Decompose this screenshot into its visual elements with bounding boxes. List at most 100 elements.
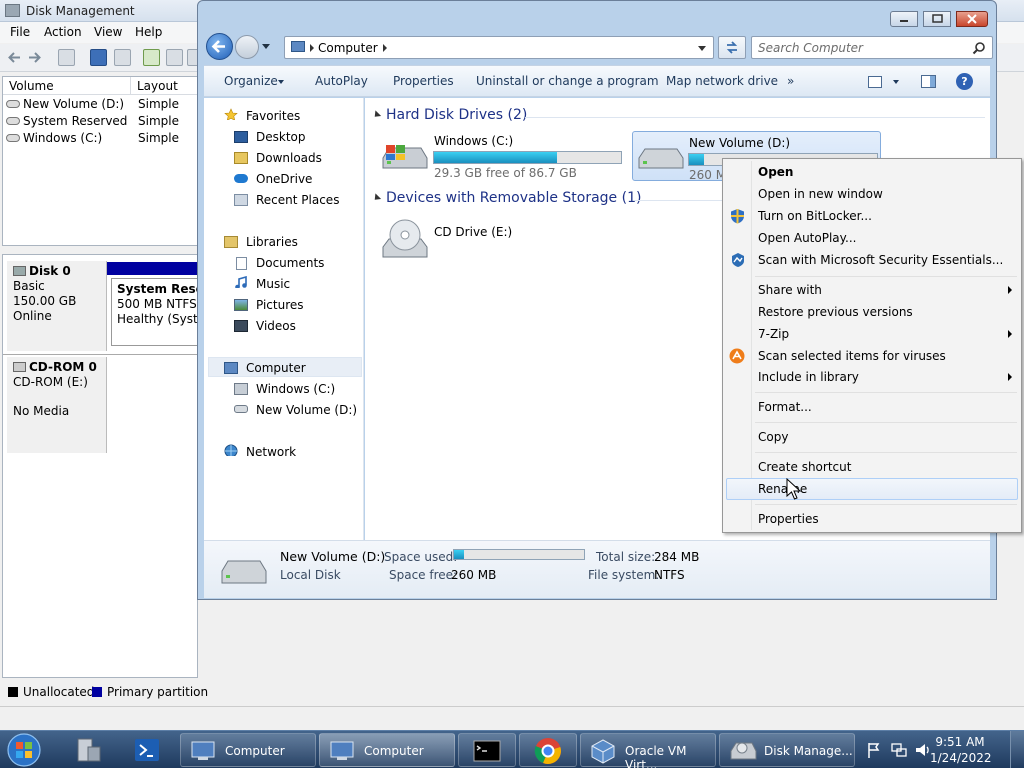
nav-music[interactable]: Music [256, 277, 290, 291]
properties-button[interactable]: Properties [393, 74, 454, 88]
view-dropdown-icon[interactable] [893, 80, 899, 84]
help-icon[interactable] [90, 49, 107, 66]
volume-row[interactable]: Windows (C:) Simple [3, 130, 199, 147]
nav-windows-c[interactable]: Windows (C:) [256, 382, 335, 396]
nav-videos[interactable]: Videos [256, 319, 296, 333]
help-icon[interactable]: ? [956, 73, 973, 90]
uninstall-program-button[interactable]: Uninstall or change a program [476, 74, 659, 88]
address-bar[interactable]: Computer [284, 36, 714, 59]
properties-icon[interactable] [114, 49, 131, 66]
nav-new-volume-d[interactable]: New Volume (D:) [256, 403, 357, 417]
music-icon [235, 276, 247, 288]
menu-item-include-library[interactable]: Include in library [726, 366, 1018, 388]
forward-arrow-icon[interactable] [26, 49, 43, 66]
taskbar-explorer-2[interactable]: Computer [319, 733, 455, 767]
taskbar-disk-management[interactable]: Disk Manage... [719, 733, 855, 767]
menu-item-create-shortcut[interactable]: Create shortcut [726, 456, 1018, 478]
breadcrumb-arrow-icon[interactable] [383, 44, 387, 52]
forward-button[interactable] [235, 35, 259, 59]
autoplay-button[interactable]: AutoPlay [315, 74, 368, 88]
network-status-icon[interactable] [890, 741, 908, 759]
volume-row[interactable]: System Reserved Simple [3, 113, 199, 130]
menu-item-copy[interactable]: Copy [726, 426, 1018, 448]
collapse-group-icon[interactable] [371, 193, 382, 203]
menu-item-open[interactable]: Open [726, 161, 1018, 183]
console-tree-icon[interactable] [58, 49, 75, 66]
menu-item-scan-viruses[interactable]: Scan selected items for viruses [726, 345, 1018, 367]
server-manager-pin[interactable] [70, 735, 104, 765]
action-center-flag-icon[interactable] [866, 741, 882, 759]
nav-recent-places[interactable]: Recent Places [256, 193, 339, 207]
details-drive-type: Local Disk [280, 568, 341, 582]
taskbar-explorer-1[interactable]: Computer [180, 733, 316, 767]
nav-onedrive[interactable]: OneDrive [256, 172, 312, 186]
menu-view[interactable]: View [94, 25, 122, 39]
nav-documents[interactable]: Documents [256, 256, 324, 270]
start-button[interactable] [4, 731, 44, 768]
column-layout[interactable]: Layout [131, 77, 199, 95]
back-arrow-icon[interactable] [6, 49, 23, 66]
recent-pages-icon[interactable] [262, 44, 270, 49]
menu-item-share-with[interactable]: Share with [726, 279, 1018, 301]
windows-logo-icon [7, 733, 41, 767]
search-icon[interactable] [972, 41, 986, 55]
menu-file[interactable]: File [10, 25, 30, 39]
menu-item-bitlocker[interactable]: Turn on BitLocker... [726, 205, 1018, 227]
preview-pane-icon[interactable] [921, 75, 936, 88]
menu-item-open-new-window[interactable]: Open in new window [726, 183, 1018, 205]
desktop-icon [234, 131, 248, 143]
collapse-group-icon[interactable] [371, 110, 382, 120]
taskbar-virtualbox[interactable]: Oracle VM Virt... [580, 733, 716, 768]
drive-d-free-space: 260 M [689, 168, 727, 181]
menu-item-properties[interactable]: Properties [726, 508, 1018, 530]
partition-size: 500 MB NTFS [117, 297, 197, 311]
nav-network[interactable]: Network [246, 445, 296, 459]
close-button[interactable] [956, 11, 988, 27]
cd-drive-tile[interactable]: CD Drive (E:) [377, 213, 537, 265]
address-text[interactable]: Computer [318, 41, 378, 55]
system-clock[interactable]: 9:51 AM 1/24/2022 [930, 734, 992, 766]
address-dropdown-icon[interactable] [698, 46, 706, 51]
maximize-button[interactable] [923, 11, 951, 27]
menu-separator [755, 452, 1017, 453]
minimize-button[interactable] [890, 11, 918, 27]
menu-action[interactable]: Action [44, 25, 82, 39]
more-commands-button[interactable]: » [787, 74, 794, 88]
nav-downloads[interactable]: Downloads [256, 151, 322, 165]
cdrom0-label[interactable]: CD-ROM 0 CD-ROM (E:) No Media [7, 357, 107, 453]
system-reserved-partition[interactable]: System Reserv 500 MB NTFS Healthy (Syste… [107, 262, 199, 350]
menu-item-autoplay[interactable]: Open AutoPlay... [726, 227, 1018, 249]
rescan-icon[interactable] [166, 49, 183, 66]
nav-libraries[interactable]: Libraries [246, 235, 298, 249]
menu-item-restore-versions[interactable]: Restore previous versions [726, 301, 1018, 323]
menu-item-7zip[interactable]: 7-Zip [726, 323, 1018, 345]
virtualbox-icon [591, 739, 615, 764]
group-removable-storage[interactable]: Devices with Removable Storage (1) [386, 190, 641, 206]
taskbar-cmd[interactable] [458, 733, 516, 767]
menu-item-format[interactable]: Format... [726, 396, 1018, 418]
back-button[interactable] [206, 33, 233, 60]
nav-desktop[interactable]: Desktop [256, 130, 306, 144]
column-volume[interactable]: Volume [3, 77, 131, 95]
menu-help[interactable]: Help [135, 25, 162, 39]
drive-tile-c[interactable]: Windows (C:) 29.3 GB free of 86.7 GB [377, 130, 622, 180]
menu-item-rename[interactable]: Rename [726, 478, 1018, 500]
volume-row[interactable]: New Volume (D:) Simple [3, 96, 199, 113]
nav-computer[interactable]: Computer [246, 361, 306, 375]
chrome-icon [534, 738, 561, 764]
organize-button[interactable]: Organize [224, 74, 278, 88]
group-hard-disk-drives[interactable]: Hard Disk Drives (2) [386, 107, 527, 123]
map-network-drive-button[interactable]: Map network drive [666, 74, 778, 88]
view-options-icon[interactable] [868, 76, 882, 88]
refresh-button[interactable] [718, 36, 746, 59]
nav-pictures[interactable]: Pictures [256, 298, 304, 312]
search-box[interactable]: Search Computer [751, 36, 993, 59]
taskbar-chrome[interactable] [519, 733, 577, 767]
search-input[interactable]: Search Computer [758, 41, 863, 55]
menu-item-scan-mse[interactable]: Scan with Microsoft Security Essentials.… [726, 249, 1018, 271]
show-desktop-button[interactable] [1010, 731, 1024, 768]
refresh-icon[interactable] [143, 49, 160, 66]
powershell-pin[interactable] [130, 735, 164, 765]
nav-favorites[interactable]: Favorites [246, 109, 300, 123]
disk0-label[interactable]: Disk 0 Basic 150.00 GB Online [7, 261, 107, 351]
